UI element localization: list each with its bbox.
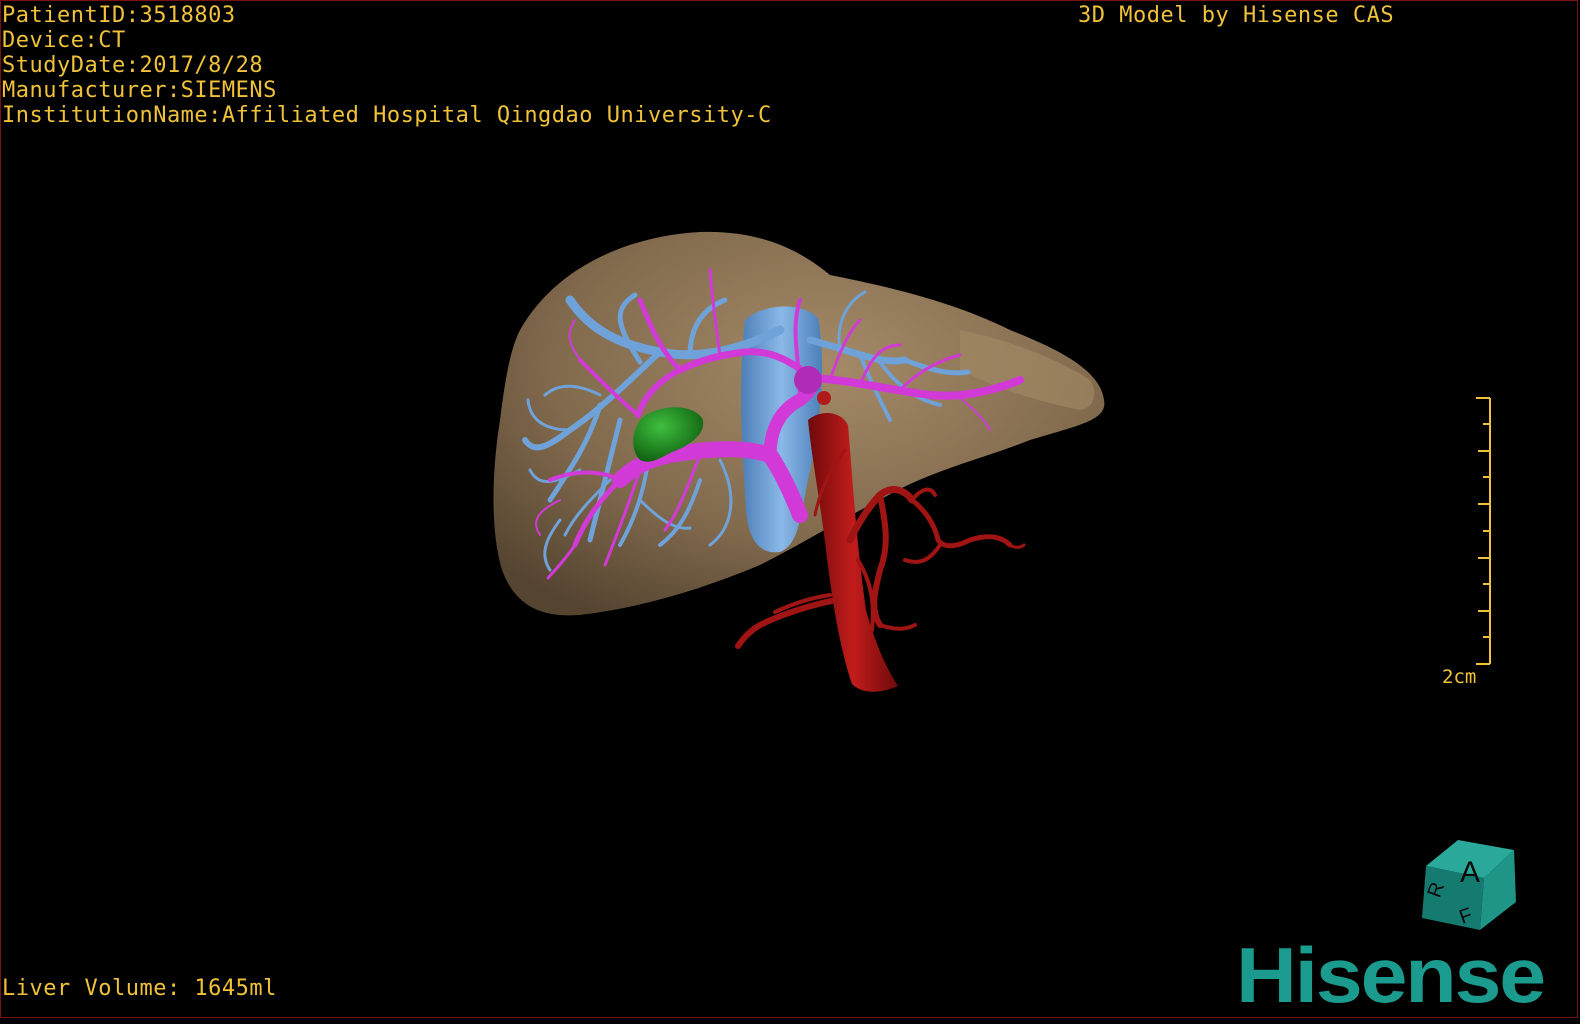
institution-name: InstitutionName:Affiliated Hospital Qing… — [2, 103, 772, 128]
patient-id: PatientID:3518803 — [2, 3, 236, 28]
liver-volume: Liver Volume: 1645ml — [2, 976, 277, 1001]
dicom-info-overlay: PatientID:3518803 Device:CT StudyDate:20… — [2, 3, 772, 128]
scale-label: 2cm — [1442, 666, 1477, 688]
manufacturer: Manufacturer:SIEMENS — [2, 78, 277, 103]
model-credit: 3D Model by Hisense CAS — [1078, 3, 1395, 28]
hisense-logo: Hisense — [1236, 931, 1546, 1019]
3d-viewport[interactable] — [0, 0, 1580, 1020]
orientation-face-a: A — [1460, 856, 1480, 889]
device: Device:CT — [2, 28, 126, 53]
liver-3d-model — [493, 231, 1491, 692]
study-date: StudyDate:2017/8/28 — [2, 53, 264, 78]
scale-bar — [1476, 397, 1491, 665]
orientation-cube[interactable]: A R F — [1418, 836, 1522, 938]
